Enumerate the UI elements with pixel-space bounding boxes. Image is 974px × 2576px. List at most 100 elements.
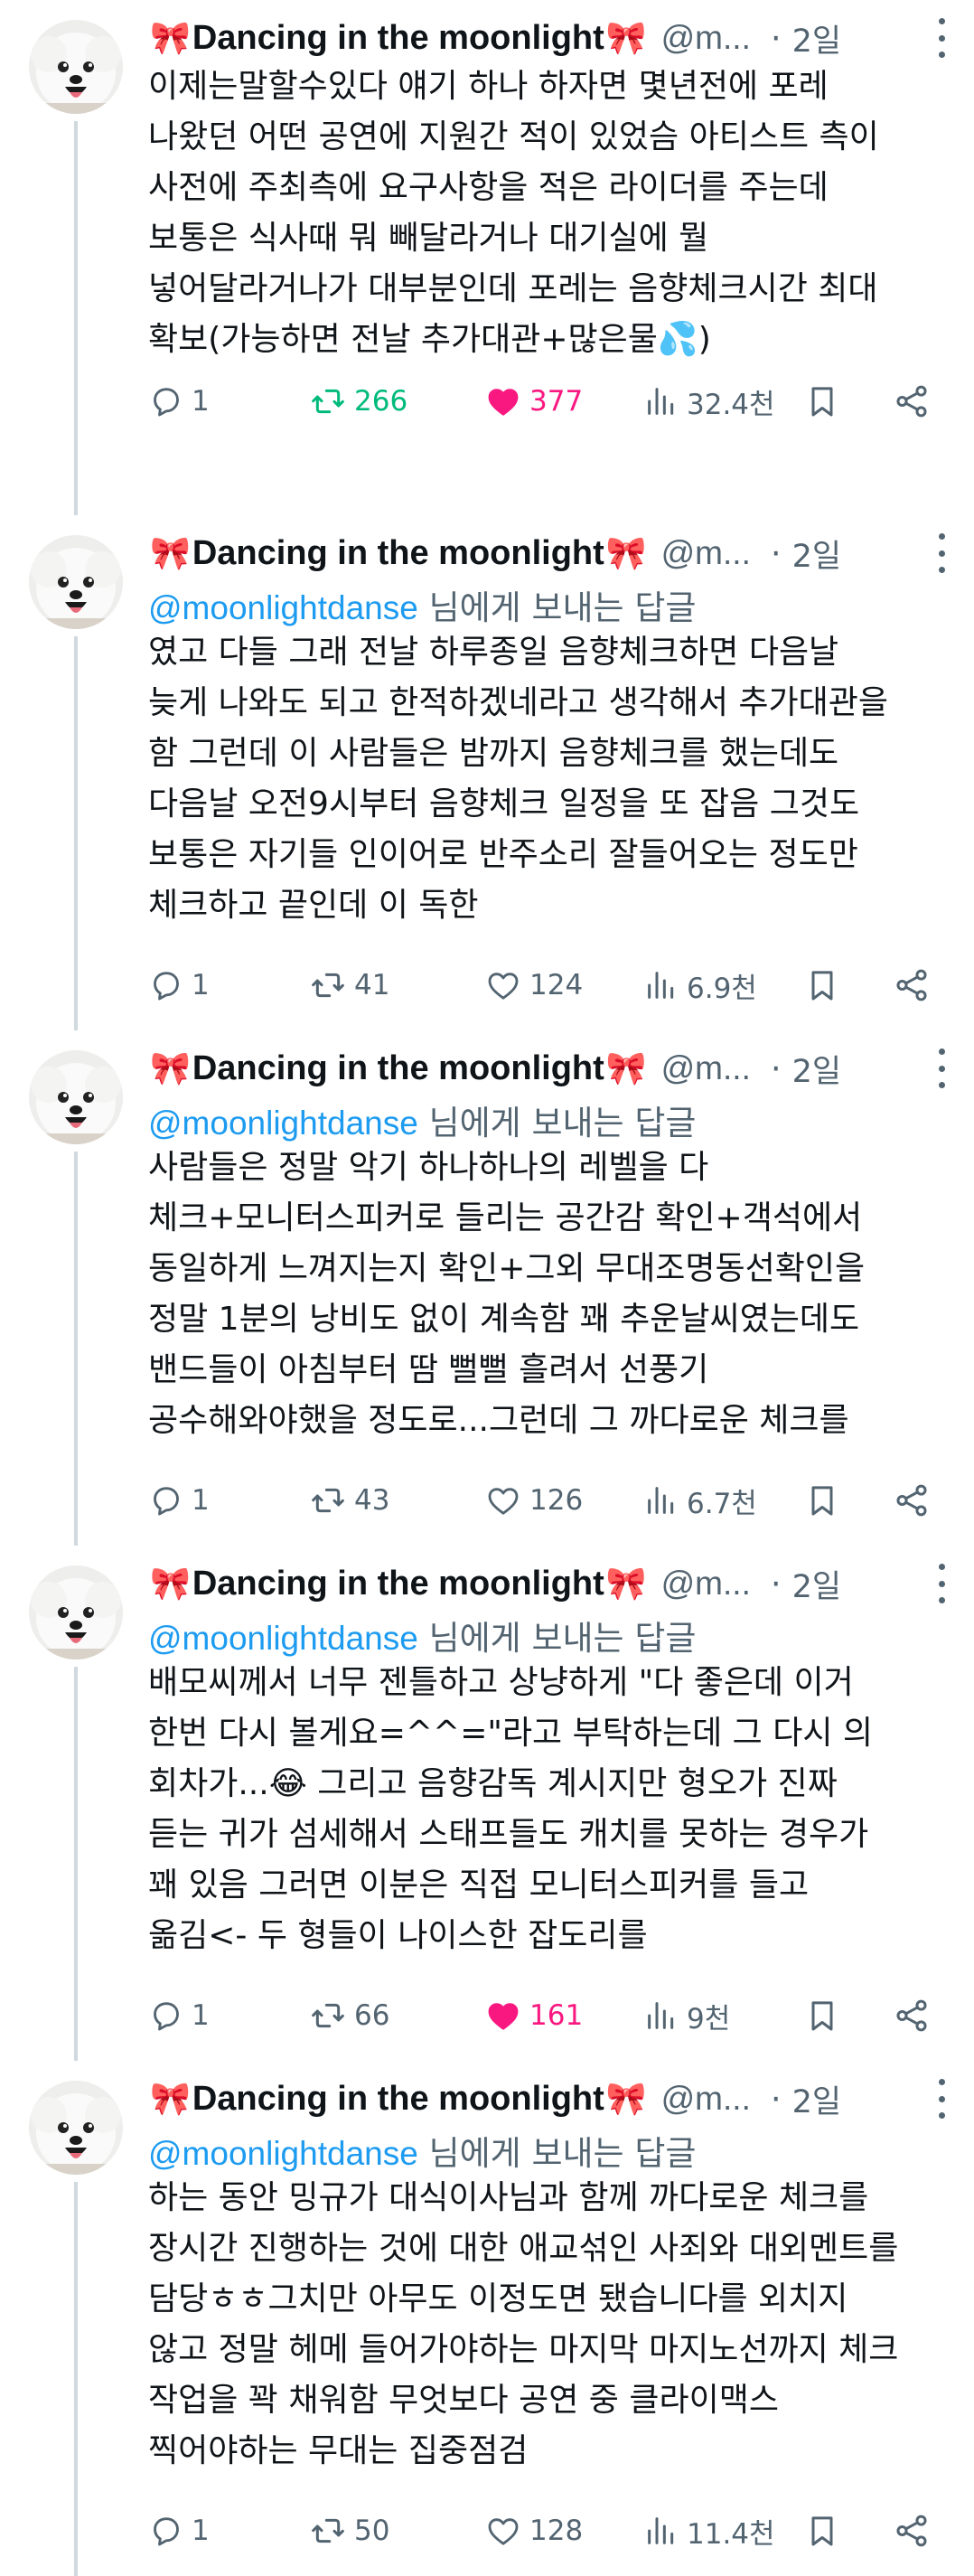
author-name[interactable]: Dancing in the moonlight <box>192 1565 604 1603</box>
avatar[interactable] <box>29 1050 123 1144</box>
share-button[interactable] <box>893 958 938 1012</box>
tweet-text: 였고 다들 그래 전날 하루종일 음향체크하면 다음날 늦게 나와도 되고 한적하… <box>148 627 954 931</box>
ribbon-emoji-icon: 🎀 <box>605 19 647 56</box>
share-icon <box>896 1999 927 2032</box>
bookmark-icon <box>811 387 833 417</box>
tweet-text-line: 옮김<- 두 형들이 나이스한 잡도리를 <box>148 1917 648 1954</box>
author-name[interactable]: Dancing in the moonlight <box>192 2080 604 2119</box>
author-name-group[interactable]: 🎀 Dancing in the moonlight 🎀 <box>148 2080 649 2119</box>
more-options-icon[interactable] <box>932 18 951 58</box>
reply-mention-link[interactable]: @moonlightdanse <box>148 1105 418 1142</box>
share-button[interactable] <box>893 374 938 428</box>
views-button[interactable]: 9천 <box>643 1988 730 2043</box>
tweet-time[interactable]: 2일 <box>792 531 841 577</box>
author-handle[interactable]: @m... <box>661 19 751 57</box>
tweet[interactable]: 🎀 Dancing in the moonlight 🎀 @m... · 2일 @m… <box>0 515 974 1030</box>
ribbon-emoji-icon: 🎀 <box>150 534 191 571</box>
like-button[interactable]: 128 <box>484 2504 583 2558</box>
author-name[interactable]: Dancing in the moonlight <box>192 1049 604 1088</box>
ribbon-emoji-icon: 🎀 <box>605 1565 647 1602</box>
tweet-time[interactable]: 2일 <box>792 1046 841 1092</box>
more-options-icon[interactable] <box>932 533 951 573</box>
author-name-group[interactable]: 🎀 Dancing in the moonlight 🎀 <box>148 19 649 58</box>
author-handle[interactable]: @m... <box>661 534 751 572</box>
tweet-text-line: 듣는 귀가 섬세해서 스태프들도 캐치를 못하는 경우가 <box>148 1816 869 1853</box>
author-handle[interactable]: @m... <box>661 1565 751 1603</box>
views-button[interactable]: 6.9천 <box>643 958 757 1012</box>
author-name[interactable]: Dancing in the moonlight <box>192 19 604 58</box>
tweet-time[interactable]: 2일 <box>792 1561 841 1607</box>
bookmark-button[interactable] <box>804 2504 848 2558</box>
avatar[interactable] <box>29 20 123 114</box>
bookmark-icon <box>811 971 833 1001</box>
tweet-text: 사람들은 정말 악기 하나하나의 레벨을 다 체크+모니터스피커로 들리는 공간감… <box>148 1142 954 1446</box>
separator-dot: · <box>770 2079 782 2119</box>
tweet-text-line: 찍어야하는 무대는 집중점검 <box>148 2432 529 2469</box>
author-handle[interactable]: @m... <box>661 1049 751 1087</box>
tweet[interactable]: 🎀 Dancing in the moonlight 🎀 @m... · 2일 @m… <box>0 1030 974 1546</box>
tweet[interactable]: 🎀 Dancing in the moonlight 🎀 @m... · 2일 이제… <box>0 0 974 515</box>
tweet[interactable]: 🎀 Dancing in the moonlight 🎀 @m... · 2일 @m… <box>0 2061 974 2576</box>
retweet-button[interactable]: 43 <box>309 1473 389 1528</box>
reply-mention-link[interactable]: @moonlightdanse <box>148 2135 418 2172</box>
views-chart-icon <box>648 972 674 999</box>
tweet-header: 🎀 Dancing in the moonlight 🎀 @m... · 2일 <box>148 1558 956 1609</box>
like-button[interactable]: 161 <box>484 1988 583 2043</box>
tweet-time[interactable]: 2일 <box>792 2076 841 2122</box>
tweet-text-line: 동일하게 느껴지는지 확인+그외 무대조명동선확인을 <box>148 1250 866 1287</box>
view-count: 6.9천 <box>687 972 757 1005</box>
like-button[interactable]: 126 <box>484 1473 583 1528</box>
tweet-text-line: 넣어달라거나가 대부분인데 포레는 음향체크시간 최대 <box>148 270 878 307</box>
share-button[interactable] <box>893 1988 938 2043</box>
tweet-text-line: 보통은 자기들 인이어로 반주소리 잘들어오는 정도만 <box>148 836 858 873</box>
author-name[interactable]: Dancing in the moonlight <box>192 534 604 573</box>
reply-context-text: 님에게 보내는 답글 <box>417 1104 697 1142</box>
views-button[interactable]: 6.7천 <box>643 1473 757 1528</box>
avatar[interactable] <box>29 1565 123 1659</box>
reply-button[interactable]: 1 <box>148 1473 210 1528</box>
tweet-time[interactable]: 2일 <box>792 15 841 61</box>
bookmark-button[interactable] <box>804 1988 848 2043</box>
author-handle[interactable]: @m... <box>661 2080 751 2118</box>
tweet-text-line: 나왔던 어떤 공연에 지원간 적이 있었슴 아티스트 측이 <box>148 118 879 155</box>
bookmark-button[interactable] <box>804 1473 848 1528</box>
avatar[interactable] <box>29 2081 123 2175</box>
reply-button[interactable]: 1 <box>148 958 210 1012</box>
author-name-group[interactable]: 🎀 Dancing in the moonlight 🎀 <box>148 534 649 573</box>
author-name-group[interactable]: 🎀 Dancing in the moonlight 🎀 <box>148 1049 649 1088</box>
share-button[interactable] <box>893 1473 938 1528</box>
reply-button[interactable]: 1 <box>148 2504 210 2558</box>
ribbon-emoji-icon: 🎀 <box>150 19 191 56</box>
reply-mention-link[interactable]: @moonlightdanse <box>148 589 418 626</box>
heart-icon <box>488 973 519 1000</box>
retweet-button[interactable]: 50 <box>309 2504 389 2558</box>
tweet-text: 배모씨께서 너무 젠틀하고 상냥하게 "다 좋은데 이거 한번 다시 볼게요=^^… <box>148 1658 954 1961</box>
more-options-icon[interactable] <box>932 2079 951 2119</box>
share-icon <box>896 969 927 1001</box>
retweet-button[interactable]: 266 <box>309 374 407 428</box>
retweet-button[interactable]: 41 <box>309 958 389 1012</box>
tweet-text-line: 이제는말할수있다 얘기 하나 하자면 몇년전에 포레 <box>148 68 829 105</box>
more-options-icon[interactable] <box>932 1564 951 1603</box>
tweet[interactable]: 🎀 Dancing in the moonlight 🎀 @m... · 2일 @m… <box>0 1546 974 2061</box>
views-chart-icon <box>648 2002 674 2029</box>
views-button[interactable]: 32.4천 <box>643 374 775 428</box>
more-options-icon[interactable] <box>932 1048 951 1088</box>
tweet-text-line: 한번 다시 볼게요=^^="라고 부탁하는데 그 다시 의 <box>148 1715 874 1752</box>
retweet-count: 43 <box>354 1484 390 1517</box>
bookmark-button[interactable] <box>804 374 848 428</box>
reply-mention-link[interactable]: @moonlightdanse <box>148 1620 418 1657</box>
share-button[interactable] <box>893 2504 938 2558</box>
author-name-group[interactable]: 🎀 Dancing in the moonlight 🎀 <box>148 1565 649 1603</box>
like-button[interactable]: 124 <box>484 958 583 1012</box>
reply-button[interactable]: 1 <box>148 374 210 428</box>
reply-button[interactable]: 1 <box>148 1988 210 2043</box>
retweet-count: 41 <box>354 969 390 1001</box>
bookmark-button[interactable] <box>804 958 848 1012</box>
views-button[interactable]: 11.4천 <box>643 2504 775 2558</box>
heart-icon <box>488 389 519 416</box>
retweet-button[interactable]: 66 <box>309 1988 389 2043</box>
avatar[interactable] <box>29 535 123 629</box>
separator-dot: · <box>770 533 782 573</box>
like-button[interactable]: 377 <box>484 374 583 428</box>
